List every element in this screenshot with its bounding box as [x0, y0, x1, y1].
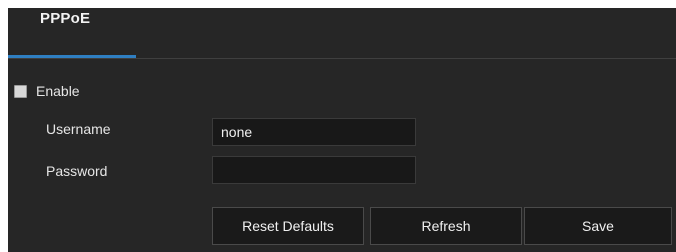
username-field[interactable]	[212, 118, 416, 146]
page-frame: PPPoE Enable Username Password Reset Def…	[0, 0, 676, 252]
tab-pppoe-label: PPPoE	[40, 10, 91, 27]
tab-pppoe[interactable]: PPPoE	[8, 8, 136, 58]
username-label: Username	[46, 121, 111, 137]
enable-label: Enable	[36, 83, 80, 99]
password-field[interactable]	[212, 156, 416, 184]
tab-bar: PPPoE	[8, 8, 676, 59]
active-tab-indicator	[8, 55, 136, 58]
refresh-button[interactable]: Refresh	[370, 207, 522, 245]
enable-checkbox[interactable]	[14, 85, 27, 98]
save-button[interactable]: Save	[524, 207, 672, 245]
reset-defaults-button[interactable]: Reset Defaults	[212, 207, 364, 245]
password-label: Password	[46, 163, 108, 179]
pppoe-settings-panel: PPPoE Enable Username Password Reset Def…	[8, 8, 676, 252]
